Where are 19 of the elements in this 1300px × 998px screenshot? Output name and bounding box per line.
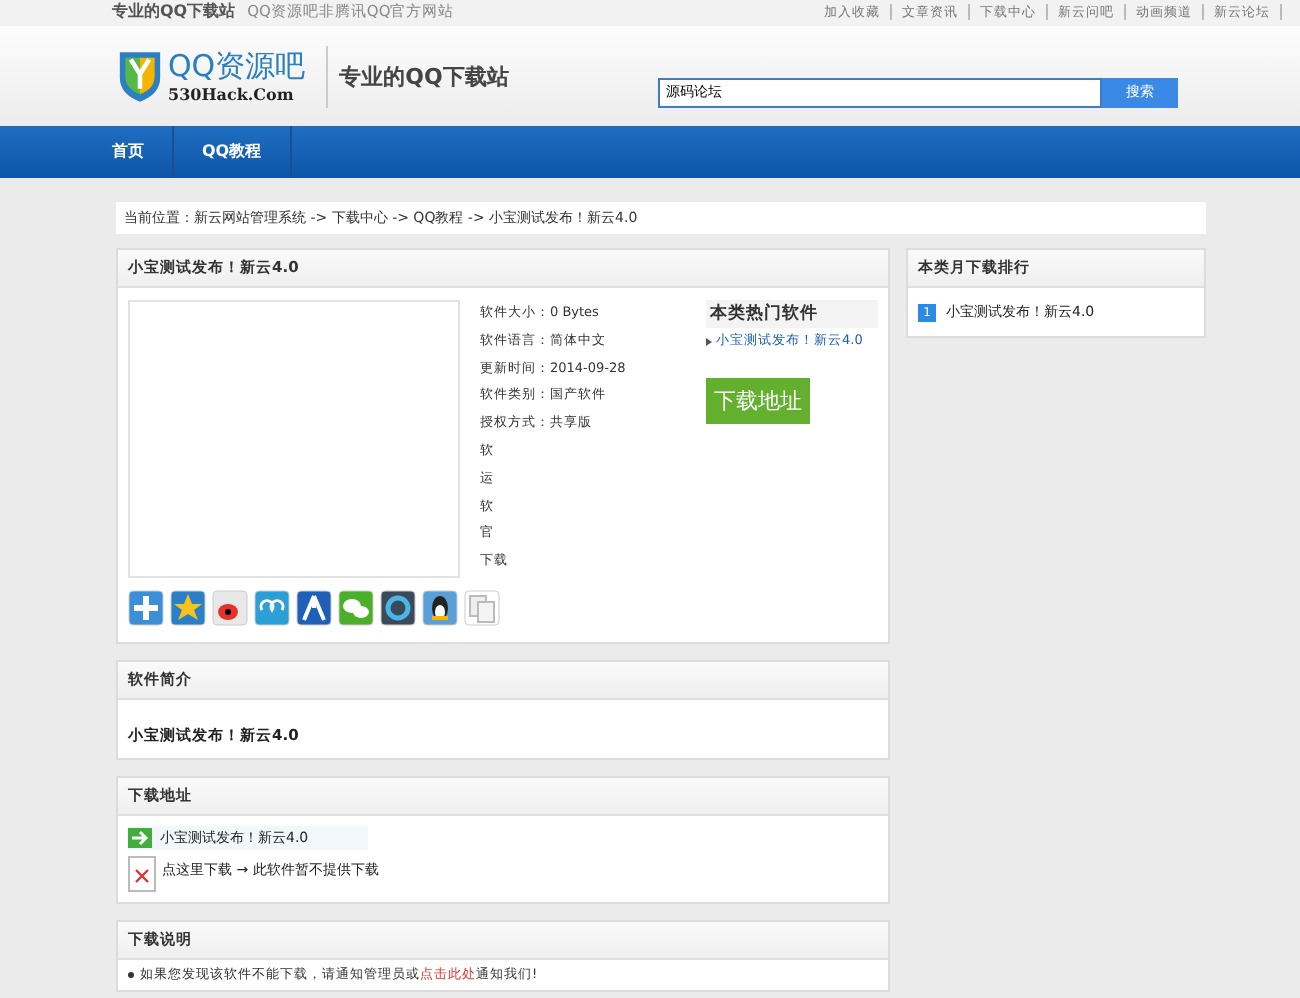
- nav-item[interactable]: 首页: [112, 126, 174, 178]
- download-button[interactable]: 下载地址: [706, 378, 810, 424]
- tent-icon[interactable]: [296, 590, 332, 626]
- nav-item[interactable]: QQ教程: [174, 126, 292, 178]
- broken-image-icon: [128, 856, 156, 892]
- star-icon[interactable]: [170, 590, 206, 626]
- download-icon: [128, 828, 152, 848]
- penguin-icon[interactable]: [422, 590, 458, 626]
- ring-icon[interactable]: [380, 590, 416, 626]
- eye-icon[interactable]: [212, 590, 248, 626]
- bullet-icon: [706, 337, 712, 345]
- tagline: 专业的QQ下载站: [112, 0, 236, 22]
- logo-domain: 530Hack.Com: [168, 83, 296, 103]
- slogan: 专业的QQ下载站: [325, 45, 509, 107]
- hot-title: 本类热门软件: [706, 300, 878, 328]
- shield-icon: [118, 46, 162, 106]
- bullet-icon: [128, 972, 134, 978]
- logo-text: QQ资源吧: [168, 49, 306, 83]
- plus-icon[interactable]: [128, 590, 164, 626]
